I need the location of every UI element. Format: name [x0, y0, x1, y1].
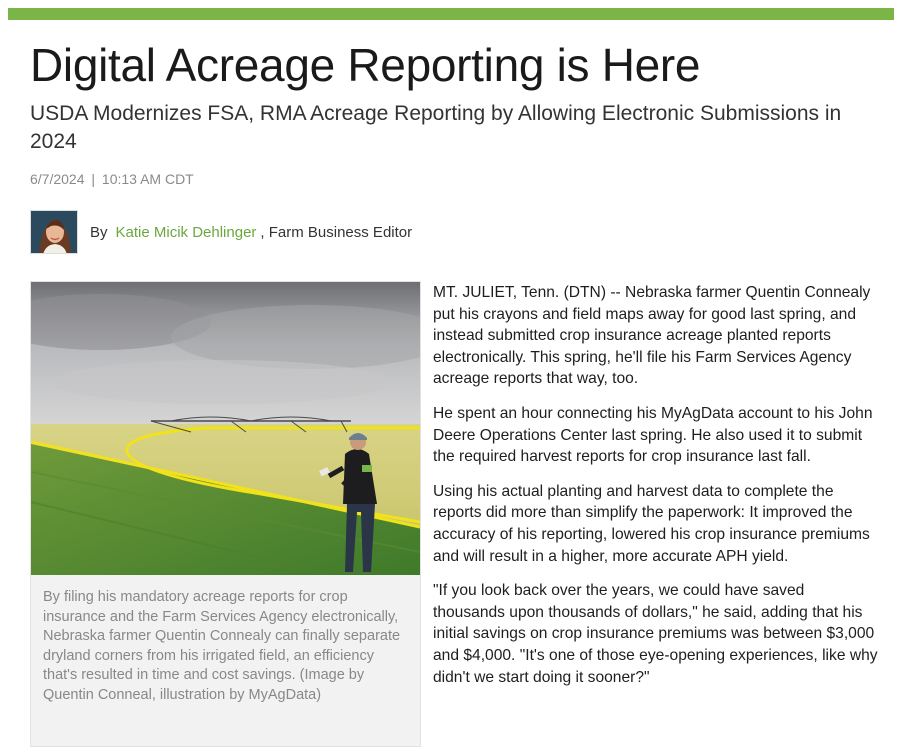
- top-accent-bar: [8, 8, 894, 20]
- photo-caption: By filing his mandatory acreage reports …: [43, 589, 401, 703]
- subheadline: USDA Modernizes FSA, RMA Acreage Reporti…: [30, 102, 842, 153]
- author-avatar[interactable]: [30, 210, 78, 254]
- author-link[interactable]: Katie Micik Dehlinger: [116, 224, 257, 241]
- article-photo: [31, 282, 420, 575]
- publish-date: 6/7/2024: [30, 171, 85, 187]
- article-paragraph: MT. JULIET, Tenn. (DTN) -- Nebraska farm…: [433, 284, 871, 388]
- publish-time: 10:13 AM CDT: [101, 171, 194, 187]
- author-role: , Farm Business Editor: [260, 223, 413, 241]
- article-body: MT. JULIET, Tenn. (DTN) -- Nebraska farm…: [433, 282, 878, 701]
- dateline: 6/7/2024 | 10:13 AM CDT: [30, 171, 194, 187]
- date-separator: |: [91, 171, 96, 187]
- byline: By Katie Micik Dehlinger , Farm Business…: [30, 210, 412, 254]
- headline: Digital Acreage Reporting is Here: [30, 39, 701, 91]
- article-paragraph: He spent an hour connecting his MyAgData…: [433, 404, 873, 466]
- article-paragraph: "If you look back over the years, we cou…: [433, 582, 878, 686]
- byline-prefix: By: [90, 223, 108, 241]
- article-paragraph: Using his actual planting and harvest da…: [433, 482, 870, 565]
- article-figure: By filing his mandatory acreage reports …: [30, 281, 421, 747]
